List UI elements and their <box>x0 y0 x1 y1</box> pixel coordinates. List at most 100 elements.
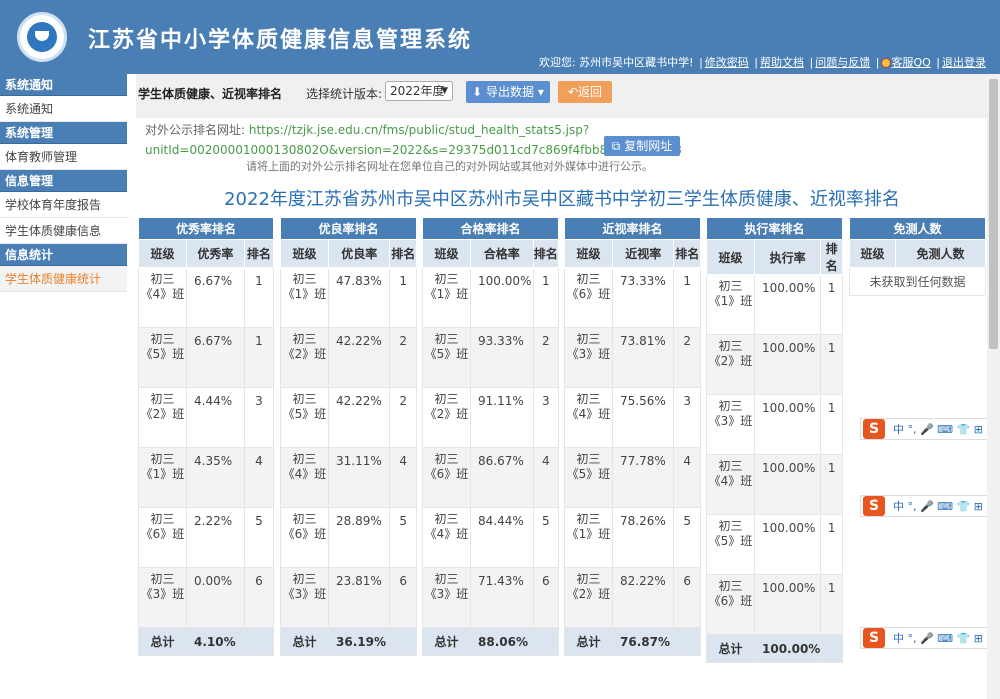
copy-url-button[interactable]: ⧉ 复制网址 <box>604 136 680 156</box>
sogou-logo-icon: S <box>863 419 885 439</box>
logout-link[interactable]: 退出登录 <box>942 54 986 70</box>
rank-value: 4 <box>243 447 275 508</box>
column-header-class: 班级 <box>138 239 187 268</box>
table-row: 初三《5》班 100.00% 1 <box>706 514 843 575</box>
rank-value: 1 <box>820 274 843 335</box>
metric-value: 71.43% <box>470 567 534 628</box>
sidebar-group-info[interactable]: 信息管理 <box>0 170 127 192</box>
class-name: 初三《4》班 <box>564 387 613 448</box>
vertical-scrollbar[interactable] <box>987 74 1000 699</box>
sidebar-item-annual-report[interactable]: 学校体育年度报告 <box>0 192 127 218</box>
column-header-metric: 合格率 <box>470 239 534 268</box>
class-name: 初三《2》班 <box>280 327 329 388</box>
column-header-class: 班级 <box>564 239 613 268</box>
total-label: 总计 <box>564 627 613 656</box>
support-qq-link[interactable]: 客服QQ <box>891 54 930 70</box>
metric-value: 4.44% <box>186 387 245 448</box>
version-select[interactable]: 2022年度 ▼ <box>385 81 453 101</box>
rank-value: 1 <box>820 394 843 455</box>
url-label: 对外公示排名网址: <box>145 123 246 137</box>
welcome-text: 欢迎您: 苏州市吴中区藏书中学! <box>538 56 694 69</box>
metric-value: 6.67% <box>186 267 245 328</box>
table-row: 初三《4》班 100.00% 1 <box>706 454 843 515</box>
metric-value: 28.89% <box>327 507 391 568</box>
table-row: 初三《2》班 100.00% 1 <box>706 334 843 395</box>
sogou-logo-icon: S <box>863 628 885 648</box>
table-title: 优良率排名 <box>280 217 417 240</box>
rank-value: 5 <box>243 507 275 568</box>
table-row: 初三《2》班 91.11% 3 <box>422 387 560 448</box>
class-name: 初三《5》班 <box>280 387 329 448</box>
class-name: 初三《5》班 <box>422 327 471 388</box>
rank-value: 2 <box>389 327 417 388</box>
sogou-logo-icon: S <box>863 496 885 516</box>
table-row: 初三《3》班 23.81% 6 <box>280 567 417 628</box>
rank-value: 3 <box>673 387 701 448</box>
change-password-link[interactable]: 修改密码 <box>705 54 749 70</box>
rank-value: 1 <box>820 574 843 635</box>
table-row: 初三《6》班 2.22% 5 <box>138 507 275 568</box>
class-name: 初三《1》班 <box>706 274 755 335</box>
table-row: 初三《1》班 47.83% 1 <box>280 267 417 328</box>
rank-value: 2 <box>532 327 560 388</box>
total-empty <box>389 627 417 656</box>
report-title: 2022年度江苏省苏州市吴中区苏州市吴中区藏书中学初三学生体质健康、近视率排名 <box>224 189 900 210</box>
rank-value: 4 <box>389 447 417 508</box>
metric-value: 2.22% <box>186 507 245 568</box>
sidebar-group-notice[interactable]: 系统通知 <box>0 74 127 96</box>
url-note: 请将上面的对外公示排名网址在您单位自己的对外网站或其他对外媒体中进行公示。 <box>246 160 653 173</box>
table-row: 初三《6》班 73.33% 1 <box>564 267 701 328</box>
class-name: 初三《3》班 <box>564 327 613 388</box>
rank-value: 1 <box>389 267 417 328</box>
class-name: 初三《5》班 <box>138 327 187 388</box>
sidebar-group-system[interactable]: 系统管理 <box>0 122 127 144</box>
metric-value: 100.00% <box>470 267 534 328</box>
class-name: 初三《4》班 <box>138 267 187 328</box>
help-docs-link[interactable]: 帮助文档 <box>760 54 804 70</box>
rank-value: 2 <box>389 387 417 448</box>
ime-toolbar[interactable]: S中 °, 🎤 ⌨ 👕 ⊞ <box>860 495 1000 517</box>
chevron-down-icon: ▼ <box>441 86 448 96</box>
total-row: 总计 100.00% <box>706 634 843 663</box>
metric-value: 0.00% <box>186 567 245 628</box>
rank-value: 3 <box>243 387 275 448</box>
table-row: 初三《3》班 71.43% 6 <box>422 567 560 628</box>
sidebar-item-health-stats[interactable]: 学生体质健康统计 <box>0 266 127 292</box>
qq-icon <box>881 58 892 68</box>
rank-value: 1 <box>820 454 843 515</box>
url-text-1[interactable]: https://tzjk.jse.edu.cn/fms/public/stud_… <box>249 123 589 137</box>
table-row: 初三《5》班 77.78% 4 <box>564 447 701 508</box>
metric-value: 73.81% <box>611 327 675 388</box>
ime-toolbar[interactable]: S中 °, 🎤 ⌨ 👕 ⊞ <box>860 627 1000 649</box>
scrollbar-thumb[interactable] <box>989 79 998 349</box>
table-row: 初三《4》班 84.44% 5 <box>422 507 560 568</box>
total-row: 总计 36.19% <box>280 627 417 656</box>
rank-value: 5 <box>532 507 560 568</box>
total-empty <box>820 634 843 663</box>
metric-value: 75.56% <box>611 387 675 448</box>
class-name: 初三《1》班 <box>422 267 471 328</box>
total-value: 88.06% <box>470 627 534 656</box>
back-arrow-icon: ↶ <box>567 85 579 99</box>
table-row: 初三《4》班 6.67% 1 <box>138 267 275 328</box>
sidebar-item-pe-teachers[interactable]: 体育教师管理 <box>0 144 127 170</box>
rank-value: 1 <box>673 267 701 328</box>
app-title: 江苏省中小学体质健康信息管理系统 <box>88 28 473 53</box>
class-name: 初三《6》班 <box>422 447 471 508</box>
table-row: 初三《6》班 28.89% 5 <box>280 507 417 568</box>
sidebar-item-notice[interactable]: 系统通知 <box>0 96 127 122</box>
sidebar-group-stats[interactable]: 信息统计 <box>0 244 127 266</box>
back-button[interactable]: ↶返回 <box>558 81 612 103</box>
ime-toolbar[interactable]: S中 °, 🎤 ⌨ 👕 ⊞ <box>860 418 1000 440</box>
export-button[interactable]: ⬇ 导出数据 ▾ <box>466 81 550 103</box>
metric-value: 4.35% <box>186 447 245 508</box>
sidebar-item-student-health[interactable]: 学生体质健康信息 <box>0 218 127 244</box>
metric-value: 42.22% <box>327 327 391 388</box>
main-content: 学生体质健康、近视率排名 选择统计版本: 2022年度 ▼ ⬇ 导出数据 ▾ ↶返… <box>136 74 988 699</box>
download-icon: ⬇ <box>472 85 486 99</box>
rank-table-exempt: 免测人数 班级 免测人数 未获取到任何数据 <box>849 217 987 296</box>
rank-value: 3 <box>532 387 560 448</box>
table-title: 近视率排名 <box>564 217 701 240</box>
metric-value: 47.83% <box>327 267 391 328</box>
feedback-link[interactable]: 问题与反馈 <box>815 54 870 70</box>
